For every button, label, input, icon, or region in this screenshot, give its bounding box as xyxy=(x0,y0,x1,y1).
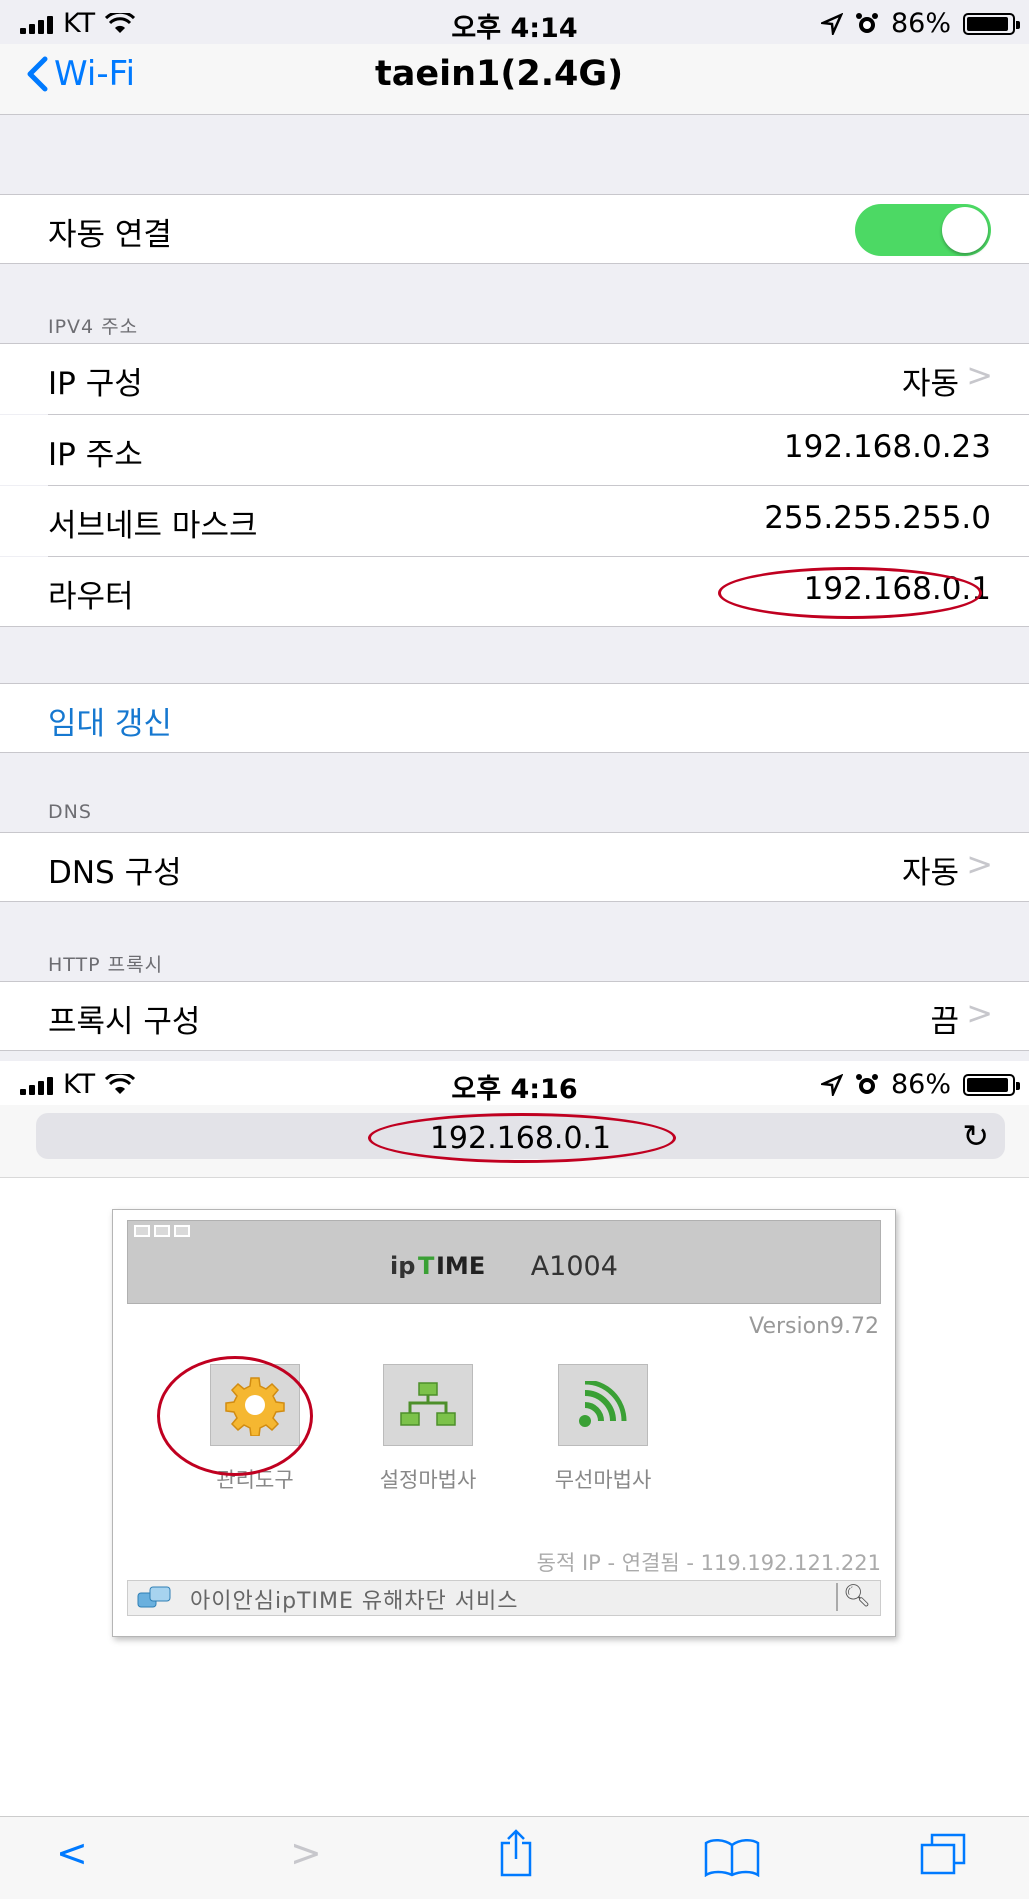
admin-tools-button[interactable]: 관리도구 xyxy=(210,1364,300,1492)
proxy-config-row[interactable]: 프록시 구성 끔 > xyxy=(0,981,1029,1051)
chevron-right-icon: > xyxy=(966,845,993,883)
router-model: A1004 xyxy=(530,1251,618,1282)
alarm-icon xyxy=(855,12,878,33)
dns-section-header: DNS xyxy=(48,801,92,823)
connection-status: 동적 IP - 연결됨 - 119.192.121.221 xyxy=(536,1551,881,1575)
header-button[interactable] xyxy=(174,1225,190,1237)
back-icon[interactable]: < xyxy=(56,1831,88,1875)
ip-address-value: 192.168.0.23 xyxy=(783,429,991,465)
svg-text:T: T xyxy=(418,1252,435,1278)
subnet-mask-label: 서브네트 마스크 xyxy=(48,508,258,544)
address-bar[interactable]: 192.168.0.1 ↻ xyxy=(36,1113,1005,1159)
auto-join-row: 자동 연결 xyxy=(0,194,1029,264)
chevron-right-icon: > xyxy=(966,994,993,1032)
service-bar-text: 아이안심ipTIME 유해차단 서비스 xyxy=(190,1589,519,1614)
router-header: ip T IME A1004 xyxy=(127,1220,881,1304)
search-icon[interactable]: 🔍︎ xyxy=(836,1583,876,1611)
dns-config-value: 자동 xyxy=(901,855,959,891)
subnet-mask-value: 255.255.255.0 xyxy=(764,500,991,536)
divider xyxy=(0,114,1029,115)
ipv4-section-header: IPV4 주소 xyxy=(48,316,139,338)
admin-tools-label: 관리도구 xyxy=(216,1468,294,1492)
firmware-version: Version9.72 xyxy=(749,1314,879,1339)
battery-icon xyxy=(963,12,1020,35)
router-brand: ip T IME A1004 xyxy=(128,1251,880,1282)
svg-text:ip: ip xyxy=(390,1252,415,1278)
battery-percent: 86% xyxy=(890,8,951,39)
status-bar: KT 오후 4:14 86% xyxy=(0,0,1029,44)
ip-config-value: 자동 xyxy=(901,366,959,402)
forward-icon[interactable]: > xyxy=(290,1831,322,1875)
gear-icon xyxy=(225,1377,285,1436)
bookmarks-icon[interactable] xyxy=(704,1837,760,1877)
dns-config-label: DNS 구성 xyxy=(48,855,182,891)
url-text: 192.168.0.1 xyxy=(429,1121,612,1156)
chevron-left-icon xyxy=(27,56,48,92)
ip-config-label: IP 구성 xyxy=(48,366,143,402)
battery-percent: 86% xyxy=(890,1069,951,1100)
location-arrow-icon xyxy=(820,12,843,35)
chat-icon xyxy=(137,1586,171,1608)
safari-toolbar: < > xyxy=(0,1816,1029,1899)
header-button[interactable] xyxy=(154,1225,170,1237)
alarm-icon xyxy=(855,1073,878,1094)
chevron-right-icon: > xyxy=(966,356,993,394)
share-icon[interactable] xyxy=(496,1829,536,1879)
status-bar: KT 오후 4:16 86% xyxy=(0,1061,1029,1105)
wireless-wizard-button[interactable]: 무선마법사 xyxy=(555,1364,651,1492)
svg-text:IME: IME xyxy=(436,1252,485,1278)
router-row: 라우터 192.168.0.1 xyxy=(0,557,1029,627)
location-arrow-icon xyxy=(820,1073,843,1096)
router-admin-page: ip T IME A1004 Version9.72 관리도구 설정마법사 무선… xyxy=(112,1209,896,1637)
router-value: 192.168.0.1 xyxy=(803,571,991,607)
reload-icon[interactable]: ↻ xyxy=(962,1117,989,1155)
proxy-config-label: 프록시 구성 xyxy=(48,1004,201,1040)
back-label: Wi-Fi xyxy=(54,54,136,94)
header-buttons xyxy=(134,1225,190,1237)
tabs-icon[interactable] xyxy=(918,1831,968,1877)
ip-address-label: IP 주소 xyxy=(48,437,143,473)
header-button[interactable] xyxy=(134,1225,150,1237)
service-search-bar[interactable]: 아이안심ipTIME 유해차단 서비스 🔍︎ xyxy=(127,1580,881,1616)
network-icon xyxy=(400,1382,456,1426)
proxy-config-value: 끔 xyxy=(930,1004,959,1040)
router-label: 라우터 xyxy=(48,579,134,615)
address-bar-container: 192.168.0.1 ↻ xyxy=(0,1105,1029,1178)
network-title: taein1(2.4G) xyxy=(375,54,624,94)
wireless-wizard-label: 무선마법사 xyxy=(554,1468,652,1492)
subnet-mask-row: 서브네트 마스크 255.255.255.0 xyxy=(0,486,1029,556)
wifi-settings-screenshot: KT 오후 4:14 86% Wi-Fi taein1(2.4G) 자동 연결 … xyxy=(0,0,1029,1061)
proxy-section-header: HTTP 프록시 xyxy=(48,954,164,976)
wireless-icon xyxy=(579,1381,627,1427)
setup-wizard-label: 설정마법사 xyxy=(379,1468,477,1492)
ip-config-row[interactable]: IP 구성 자동 > xyxy=(0,344,1029,414)
renew-lease-row[interactable]: 임대 갱신 xyxy=(0,683,1029,753)
battery-icon xyxy=(963,1073,1020,1096)
dns-config-row[interactable]: DNS 구성 자동 > xyxy=(0,832,1029,902)
auto-join-label: 자동 연결 xyxy=(48,217,172,253)
back-button[interactable]: Wi-Fi xyxy=(26,54,135,94)
auto-join-toggle[interactable] xyxy=(855,204,991,256)
ip-address-row: IP 주소 192.168.0.23 xyxy=(0,415,1029,485)
navigation-bar: Wi-Fi taein1(2.4G) xyxy=(0,44,1029,114)
renew-lease-button[interactable]: 임대 갱신 xyxy=(48,698,172,743)
browser-screenshot: KT 오후 4:16 86% 192.168.0.1 ↻ ip T IME A1… xyxy=(0,1061,1029,1899)
setup-wizard-button[interactable]: 설정마법사 xyxy=(380,1364,476,1492)
iptime-logo-icon: ip T IME xyxy=(390,1252,485,1280)
